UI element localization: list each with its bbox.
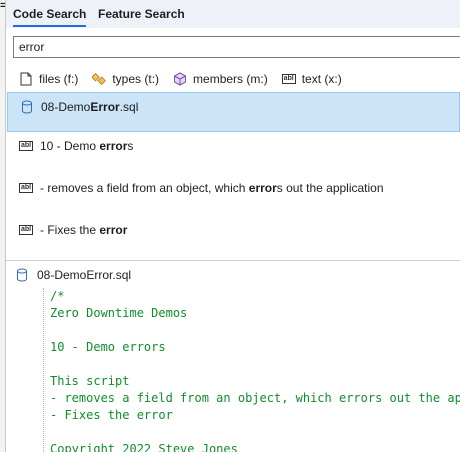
result-text: 08-DemoError.sql [41, 100, 138, 114]
result-match: error [248, 181, 277, 195]
filter-text-label: text (x:) [301, 72, 342, 86]
types-icon [92, 72, 107, 86]
result-match: Error [90, 100, 120, 114]
filter-text[interactable]: abl text (x:) [281, 72, 342, 86]
preview-divider [6, 260, 460, 261]
result-text: 10 - Demo errors [40, 139, 133, 153]
code-line: Copyright 2022 Steve Jones [50, 442, 238, 452]
result-text: - Fixes the error [40, 223, 127, 237]
search-results-list: 08-DemoError.sql abl 10 - Demo errors ab… [6, 92, 460, 258]
code-line: 10 - Demo errors [50, 340, 166, 354]
tab-code-search[interactable]: Code Search [13, 7, 87, 27]
result-match: error [99, 139, 128, 153]
filter-members-label: members (m:) [193, 72, 268, 86]
members-icon [173, 72, 187, 86]
filter-members[interactable]: members (m:) [173, 72, 268, 86]
search-input[interactable] [13, 36, 460, 58]
tab-feature-search[interactable]: Feature Search [98, 7, 185, 21]
code-line [44, 356, 460, 373]
code-line: - removes a field from an object, which … [50, 391, 460, 405]
filter-files[interactable]: files (f:) [19, 72, 78, 86]
database-file-icon [20, 100, 34, 114]
filter-types-label: types (t:) [112, 72, 160, 86]
result-text-prefix: - Fixes the [40, 223, 100, 237]
result-match: error [99, 223, 128, 237]
code-line: /* [50, 289, 65, 303]
code-line: - Fixes the error [50, 408, 173, 422]
text-icon: abl [18, 225, 34, 235]
database-file-icon [15, 268, 29, 282]
result-text-prefix: 08-Demo [41, 100, 91, 114]
code-line: This script [50, 374, 130, 388]
filter-files-label: files (f:) [39, 72, 79, 86]
search-tabs-header: Code Search Feature Search [6, 0, 460, 28]
code-line: Zero Downtime Demos [50, 306, 188, 320]
text-icon: abl [18, 183, 34, 193]
result-text-prefix: - removes a field from an object, which [40, 181, 249, 195]
code-preview: /* Zero Downtime Demos 10 - Demo errors … [43, 288, 460, 452]
text-icon: abl [18, 141, 34, 151]
result-text: - removes a field from an object, which … [40, 181, 384, 195]
result-item[interactable]: abl - Fixes the error [6, 216, 460, 258]
result-item[interactable]: 08-DemoError.sql [7, 92, 460, 132]
code-search-panel: Code Search Feature Search files (f:) ty… [5, 0, 460, 452]
search-filters: files (f:) types (t:) members (m:) abl t… [19, 71, 356, 87]
result-text-prefix: 10 - Demo [40, 139, 100, 153]
result-item[interactable]: abl - removes a field from an object, wh… [6, 174, 460, 216]
code-line [44, 424, 460, 441]
result-item[interactable]: abl 10 - Demo errors [6, 132, 460, 174]
filter-types[interactable]: types (t:) [92, 72, 159, 86]
preview-file-name: 08-DemoError.sql [37, 268, 132, 282]
text-icon: abl [281, 74, 296, 84]
result-text-suffix: .sql [119, 100, 139, 114]
result-text-suffix: s [127, 139, 134, 153]
file-icon [19, 72, 33, 86]
code-line [44, 322, 460, 339]
result-text-suffix: s out the application [276, 181, 384, 195]
preview-header: 08-DemoError.sql [15, 268, 131, 282]
